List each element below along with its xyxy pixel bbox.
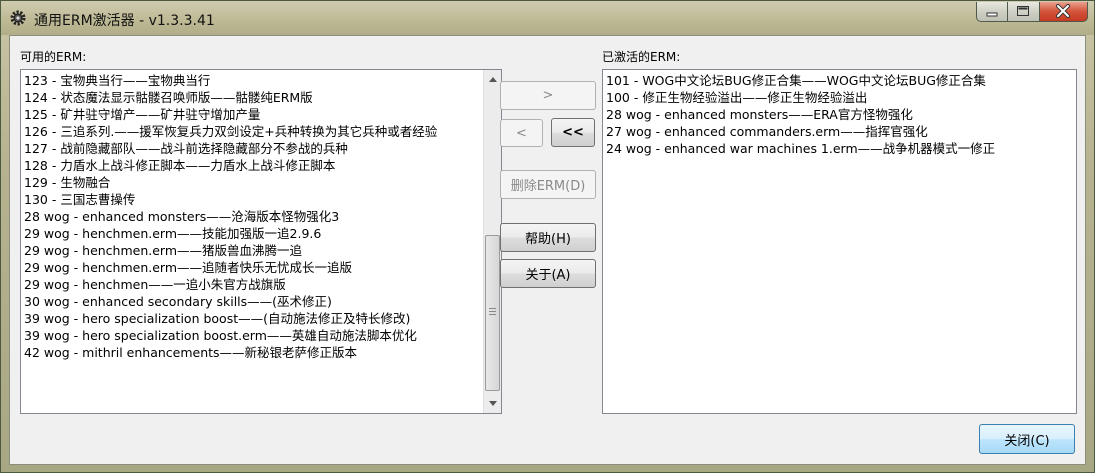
list-item[interactable]: 29 wog - henchmen.erm——技能加强版一追2.9.6	[24, 225, 481, 242]
help-button[interactable]: 帮助(H)	[500, 223, 596, 252]
list-item[interactable]: 128 - 力盾水上战斗修正脚本——力盾水上战斗修正脚本	[24, 157, 481, 174]
maximize-icon	[1017, 6, 1029, 16]
list-item[interactable]: 24 wog - enhanced war machines 1.erm——战争…	[606, 140, 1073, 157]
add-erm-button[interactable]: >	[500, 81, 596, 110]
list-item[interactable]: 126 - 三追系列.——援军恢复兵力双剑设定+兵种转换为其它兵种或者经验	[24, 123, 481, 140]
window-controls	[976, 2, 1088, 24]
available-list-scrollbar[interactable]	[483, 70, 501, 413]
list-item[interactable]: 130 - 三国志曹操传	[24, 191, 481, 208]
list-item[interactable]: 101 - WOG中文论坛BUG修正合集——WOG中文论坛BUG修正合集	[606, 72, 1073, 89]
remove-all-erm-button[interactable]: <<	[551, 118, 595, 147]
list-item[interactable]: 127 - 战前隐藏部队——战斗前选择隐藏部分不参战的兵种	[24, 140, 481, 157]
dialog-body: 可用的ERM: 123 - 宝物典当行——宝物典当行 124 - 状态魔法显示骷髅…	[9, 35, 1086, 465]
list-item[interactable]: 27 wog - enhanced commanders.erm——指挥官强化	[606, 123, 1073, 140]
gear-icon	[10, 10, 26, 26]
activated-erm-list[interactable]: 101 - WOG中文论坛BUG修正合集——WOG中文论坛BUG修正合集 100 …	[602, 69, 1077, 414]
list-item[interactable]: 100 - 修正生物经验溢出——修正生物经验溢出	[606, 89, 1073, 106]
list-item[interactable]: 29 wog - henchmen.erm——猪版兽血沸腾一追	[24, 242, 481, 259]
list-item[interactable]: 123 - 宝物典当行——宝物典当行	[24, 72, 481, 89]
list-item[interactable]: 124 - 状态魔法显示骷髅召唤师版——骷髅纯ERM版	[24, 89, 481, 106]
scroll-up-button[interactable]	[484, 71, 501, 88]
available-erm-list[interactable]: 123 - 宝物典当行——宝物典当行 124 - 状态魔法显示骷髅召唤师版——骷髅…	[20, 69, 502, 414]
list-item[interactable]: 28 wog - enhanced monsters——ERA官方怪物强化	[606, 106, 1073, 123]
list-item[interactable]: 125 - 矿井驻守增产——矿井驻守增加产量	[24, 106, 481, 123]
list-item[interactable]: 39 wog - hero specialization boost.erm——…	[24, 327, 481, 344]
title-bar[interactable]: 通用ERM激活器 - v1.3.3.41	[1, 1, 1094, 35]
available-erm-items: 123 - 宝物典当行——宝物典当行 124 - 状态魔法显示骷髅召唤师版——骷髅…	[24, 72, 481, 361]
list-item[interactable]: 28 wog - enhanced monsters——沧海版本怪物强化3	[24, 208, 481, 225]
activated-erm-label: 已激活的ERM:	[602, 50, 681, 64]
list-item[interactable]: 39 wog - hero specialization boost——(自动施…	[24, 310, 481, 327]
arrow-down-icon	[488, 401, 497, 406]
arrow-up-icon	[488, 77, 497, 82]
minimize-button[interactable]	[976, 2, 1008, 22]
scroll-down-button[interactable]	[484, 395, 501, 412]
list-item[interactable]: 29 wog - henchmen.erm——追随者快乐无忧成长一追版	[24, 259, 481, 276]
scroll-thumb[interactable]	[485, 235, 500, 391]
close-icon	[1056, 4, 1070, 18]
minimize-icon	[986, 12, 998, 17]
list-item[interactable]: 42 wog - mithril enhancements——新秘银老萨修正版本	[24, 344, 481, 361]
available-erm-label: 可用的ERM:	[20, 50, 87, 64]
window-title: 通用ERM激活器 - v1.3.3.41	[34, 13, 215, 29]
list-item[interactable]: 129 - 生物融合	[24, 174, 481, 191]
scroll-grip-icon	[489, 308, 496, 316]
delete-erm-button[interactable]: 删除ERM(D)	[500, 170, 596, 199]
main-window: 通用ERM激活器 - v1.3.3.41 可用的ERM: 123 - 宝物典当行…	[0, 0, 1095, 473]
close-window-button[interactable]	[1040, 2, 1088, 22]
activated-erm-items: 101 - WOG中文论坛BUG修正合集——WOG中文论坛BUG修正合集 100 …	[606, 72, 1073, 157]
close-button[interactable]: 关闭(C)	[979, 424, 1075, 454]
maximize-button[interactable]	[1008, 2, 1040, 22]
remove-erm-button[interactable]: <	[500, 119, 543, 147]
about-button[interactable]: 关于(A)	[500, 259, 596, 288]
list-item[interactable]: 30 wog - enhanced secondary skills——(巫术修…	[24, 293, 481, 310]
list-item[interactable]: 29 wog - henchmen——一追小朱官方战旗版	[24, 276, 481, 293]
